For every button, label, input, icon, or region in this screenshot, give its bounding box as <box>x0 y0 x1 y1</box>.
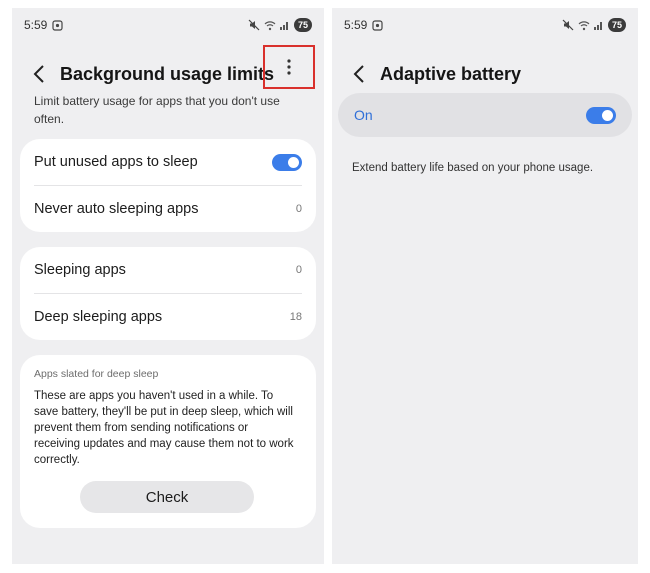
info-heading: Apps slated for deep sleep <box>34 368 159 380</box>
never-auto-sleeping-apps-row[interactable]: Never auto sleeping apps 0 <box>20 186 316 232</box>
back-button[interactable] <box>26 61 52 87</box>
screenshot-icon <box>52 19 63 31</box>
battery-icon: 75 <box>607 18 626 32</box>
info-text: These are apps you haven't used in a whi… <box>34 390 294 466</box>
row-label: Sleeping apps <box>34 262 126 278</box>
row-count: 18 <box>289 311 302 323</box>
chevron-left-icon <box>353 65 364 83</box>
mute-icon <box>248 19 260 31</box>
chevron-left-icon <box>33 65 44 83</box>
battery-icon: 75 <box>293 18 312 32</box>
row-label: Deep sleeping apps <box>34 309 163 325</box>
screenshot-icon <box>372 19 383 31</box>
adaptive-battery-description: Extend battery life based on your phone … <box>352 162 594 174</box>
signal-icon <box>593 20 604 30</box>
sleep-toggle[interactable] <box>272 153 302 171</box>
row-label: Never auto sleeping apps <box>34 201 199 217</box>
put-unused-apps-to-sleep-row[interactable]: Put unused apps to sleep <box>20 139 316 185</box>
page-title: Adaptive battery <box>380 63 522 84</box>
page-title: Background usage limits <box>60 63 275 84</box>
deep-sleep-info-card: Apps slated for deep sleep These are app… <box>20 355 316 528</box>
check-button[interactable]: Check <box>80 481 254 513</box>
row-count: 0 <box>295 203 302 215</box>
status-bar: 5:59 75 <box>344 17 626 33</box>
status-bar: 5:59 75 <box>24 17 312 33</box>
adaptive-battery-switch-row[interactable]: On <box>338 93 632 137</box>
background-usage-limits-screen: 5:59 75 Background usage limits Limit ba… <box>12 8 324 564</box>
sleep-settings-card: Put unused apps to sleep Never auto slee… <box>20 139 316 232</box>
page-header: Adaptive battery <box>346 54 632 94</box>
row-count: 0 <box>295 264 302 276</box>
switch-label: On <box>354 107 373 123</box>
signal-icon <box>279 20 290 30</box>
row-label: Put unused apps to sleep <box>34 154 198 170</box>
mute-icon <box>562 19 574 31</box>
wifi-icon <box>264 20 276 31</box>
adaptive-battery-screen: 5:59 75 Adaptive battery On Extend batte… <box>332 8 638 564</box>
wifi-icon <box>578 20 590 31</box>
status-time: 5:59 <box>24 18 48 32</box>
more-vertical-icon <box>287 59 291 75</box>
adaptive-battery-toggle[interactable] <box>586 106 616 124</box>
sleeping-apps-row[interactable]: Sleeping apps 0 <box>20 247 316 293</box>
back-button[interactable] <box>346 61 372 87</box>
page-header: Background usage limits <box>26 45 318 94</box>
more-options-button[interactable] <box>263 45 315 89</box>
status-time: 5:59 <box>344 18 368 32</box>
sleeping-apps-card: Sleeping apps 0 Deep sleeping apps 18 <box>20 247 316 340</box>
page-description: Limit battery usage for apps that you do… <box>34 94 280 126</box>
deep-sleeping-apps-row[interactable]: Deep sleeping apps 18 <box>20 294 316 340</box>
